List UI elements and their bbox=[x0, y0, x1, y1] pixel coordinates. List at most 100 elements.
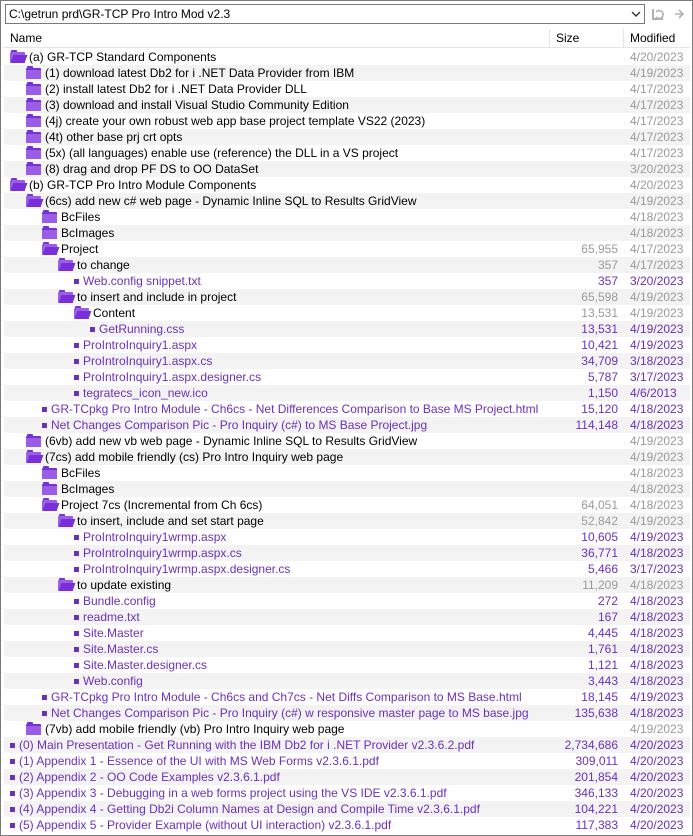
file-row[interactable]: ProIntroInquiry1.aspx.cs 34,709 3/18/2023 bbox=[4, 353, 690, 369]
row-name[interactable]: to update existing bbox=[58, 577, 171, 593]
folder-row[interactable]: to insert and include in project 65,598 4/… bbox=[4, 289, 690, 305]
column-header-modified[interactable]: Modified bbox=[624, 29, 690, 48]
row-name[interactable]: BcImages bbox=[42, 225, 114, 241]
file-row[interactable]: (5) Appendix 5 - Provider Example (witho… bbox=[4, 817, 690, 833]
file-row[interactable]: (2) Appendix 2 - OO Code Examples v2.3.6… bbox=[4, 769, 690, 785]
folder-row[interactable]: (4j) create your own robust web app base… bbox=[4, 113, 690, 129]
file-row[interactable]: (1) Appendix 1 - Essence of the UI with … bbox=[4, 753, 690, 769]
folder-row[interactable]: Project 7cs (Incremental from Ch 6cs) 64,… bbox=[4, 497, 690, 513]
column-header-size[interactable]: Size bbox=[550, 29, 624, 48]
refresh-icon[interactable] bbox=[647, 4, 669, 24]
row-name[interactable]: (4) Appendix 4 - Getting Db2i Column Nam… bbox=[10, 801, 480, 817]
file-row[interactable]: (3) Appendix 3 - Debugging in a web form… bbox=[4, 785, 690, 801]
row-name[interactable]: to insert, include and set start page bbox=[58, 513, 264, 529]
file-row[interactable]: Net Changes Comparison Pic - Pro Inquiry… bbox=[4, 705, 690, 721]
row-name[interactable]: Net Changes Comparison Pic - Pro Inquiry… bbox=[42, 705, 529, 721]
row-name[interactable]: (6cs) add new c# web page - Dynamic Inli… bbox=[26, 193, 417, 209]
row-name[interactable]: (4t) other base prj crt opts bbox=[26, 129, 182, 145]
folder-row[interactable]: BcImages 4/18/2023 bbox=[4, 225, 690, 241]
file-row[interactable]: ProIntroInquiry1wrmp.aspx.designer.cs 5,4… bbox=[4, 561, 690, 577]
row-name[interactable]: (4j) create your own robust web app base… bbox=[26, 113, 425, 129]
row-name[interactable]: ProIntroInquiry1.aspx bbox=[74, 337, 197, 353]
folder-row[interactable]: (8) drag and drop PF DS to OO DataSet 3/2… bbox=[4, 161, 690, 177]
row-name[interactable]: to change bbox=[58, 257, 130, 273]
folder-row[interactable]: (4t) other base prj crt opts 4/17/2023 bbox=[4, 129, 690, 145]
row-name[interactable]: Web.config snippet.txt bbox=[74, 273, 201, 289]
folder-row[interactable]: Content 13,531 4/19/2023 bbox=[4, 305, 690, 321]
row-name[interactable]: BcFiles bbox=[42, 465, 100, 481]
row-name[interactable]: (6vb) add new vb web page - Dynamic Inli… bbox=[26, 433, 417, 449]
path-combobox[interactable]: C:\getrun prd\GR-TCP Pro Intro Mod v2.3 bbox=[5, 4, 645, 24]
toolbar-arrow-icon[interactable] bbox=[670, 4, 688, 24]
folder-row[interactable]: BcFiles 4/18/2023 bbox=[4, 465, 690, 481]
row-name[interactable]: Content bbox=[74, 305, 135, 321]
row-name[interactable]: BcImages bbox=[42, 481, 114, 497]
row-name[interactable]: (3) Appendix 3 - Debugging in a web form… bbox=[10, 785, 447, 801]
file-row[interactable]: Site.Master.designer.cs 1,121 4/18/2023 bbox=[4, 657, 690, 673]
file-row[interactable]: tegratecs_icon_new.ico 1,150 4/6/2013 bbox=[4, 385, 690, 401]
file-row[interactable]: Site.Master.cs 1,761 4/18/2023 bbox=[4, 641, 690, 657]
row-name[interactable]: (1) download latest Db2 for i .NET Data … bbox=[26, 65, 354, 81]
file-row[interactable]: GetRunning.css 13,531 4/19/2023 bbox=[4, 321, 690, 337]
file-row[interactable]: GR-TCpkg Pro Intro Module - Ch6cs - Net … bbox=[4, 401, 690, 417]
file-row[interactable]: ProIntroInquiry1.aspx 10,421 4/19/2023 bbox=[4, 337, 690, 353]
row-name[interactable]: ProIntroInquiry1.aspx.cs bbox=[74, 353, 212, 369]
chevron-down-icon[interactable] bbox=[627, 5, 644, 23]
folder-row[interactable]: to insert, include and set start page 52,… bbox=[4, 513, 690, 529]
folder-row[interactable]: (6cs) add new c# web page - Dynamic Inli… bbox=[4, 193, 690, 209]
row-name[interactable]: Project bbox=[42, 241, 98, 257]
row-name[interactable]: (0) Main Presentation - Get Running with… bbox=[10, 737, 474, 753]
row-name[interactable]: ProIntroInquiry1.aspx.designer.cs bbox=[74, 369, 261, 385]
row-name[interactable]: GR-TCpkg Pro Intro Module - Ch6cs - Net … bbox=[42, 401, 538, 417]
row-name[interactable]: ProIntroInquiry1wrmp.aspx.designer.cs bbox=[74, 561, 290, 577]
file-list[interactable]: (a) GR-TCP Standard Components 4/20/2023(… bbox=[4, 49, 690, 835]
folder-row[interactable]: (b) GR-TCP Pro Intro Module Components 4/… bbox=[4, 177, 690, 193]
row-name[interactable]: Site.Master.designer.cs bbox=[74, 657, 207, 673]
path-text[interactable]: C:\getrun prd\GR-TCP Pro Intro Mod v2.3 bbox=[9, 7, 230, 21]
row-name[interactable]: ProIntroInquiry1wrmp.aspx.cs bbox=[74, 545, 242, 561]
folder-row[interactable]: BcFiles 4/18/2023 bbox=[4, 209, 690, 225]
file-row[interactable]: Web.config snippet.txt 357 3/20/2023 bbox=[4, 273, 690, 289]
file-row[interactable]: ProIntroInquiry1wrmp.aspx 10,605 4/19/2023 bbox=[4, 529, 690, 545]
row-name[interactable]: Site.Master.cs bbox=[74, 641, 158, 657]
folder-row[interactable]: (3) download and install Visual Studio C… bbox=[4, 97, 690, 113]
row-name[interactable]: (3) download and install Visual Studio C… bbox=[26, 97, 349, 113]
row-name[interactable]: Project 7cs (Incremental from Ch 6cs) bbox=[42, 497, 262, 513]
file-row[interactable]: readme.txt 167 4/18/2023 bbox=[4, 609, 690, 625]
row-name[interactable]: (7vb) add mobile friendly (vb) Pro Intro… bbox=[26, 721, 344, 737]
row-name[interactable]: GR-TCpkg Pro Intro Module - Ch6cs and Ch… bbox=[42, 689, 522, 705]
row-name[interactable]: tegratecs_icon_new.ico bbox=[74, 385, 208, 401]
row-name[interactable]: (5x) (all languages) enable use (referen… bbox=[26, 145, 398, 161]
file-row[interactable]: Bundle.config 272 4/18/2023 bbox=[4, 593, 690, 609]
folder-row[interactable]: (a) GR-TCP Standard Components 4/20/2023 bbox=[4, 49, 690, 65]
row-name[interactable]: (2) install latest Db2 for i .NET Data P… bbox=[26, 81, 307, 97]
row-name[interactable]: (2) Appendix 2 - OO Code Examples v2.3.6… bbox=[10, 769, 280, 785]
folder-row[interactable]: to change 357 4/17/2023 bbox=[4, 257, 690, 273]
row-name[interactable]: (a) GR-TCP Standard Components bbox=[10, 49, 216, 65]
row-name[interactable]: (b) GR-TCP Pro Intro Module Components bbox=[10, 177, 256, 193]
file-row[interactable]: (0) Main Presentation - Get Running with… bbox=[4, 737, 690, 753]
folder-row[interactable]: (1) download latest Db2 for i .NET Data … bbox=[4, 65, 690, 81]
folder-row[interactable]: Project 65,955 4/17/2023 bbox=[4, 241, 690, 257]
column-header-name[interactable]: Name bbox=[4, 29, 550, 48]
row-name[interactable]: Net Changes Comparison Pic - Pro Inquiry… bbox=[42, 417, 427, 433]
file-row[interactable]: ProIntroInquiry1wrmp.aspx.cs 36,771 4/18/2… bbox=[4, 545, 690, 561]
row-name[interactable]: BcFiles bbox=[42, 209, 100, 225]
row-name[interactable]: (1) Appendix 1 - Essence of the UI with … bbox=[10, 753, 379, 769]
row-name[interactable]: ProIntroInquiry1wrmp.aspx bbox=[74, 529, 226, 545]
row-name[interactable]: Bundle.config bbox=[74, 593, 156, 609]
row-name[interactable]: Site.Master bbox=[74, 625, 144, 641]
row-name[interactable]: readme.txt bbox=[74, 609, 140, 625]
file-row[interactable]: Web.config 3,443 4/18/2023 bbox=[4, 673, 690, 689]
row-name[interactable]: to insert and include in project bbox=[58, 289, 236, 305]
file-row[interactable]: GR-TCpkg Pro Intro Module - Ch6cs and Ch… bbox=[4, 689, 690, 705]
file-row[interactable]: Site.Master 4,445 4/18/2023 bbox=[4, 625, 690, 641]
row-name[interactable]: (7cs) add mobile friendly (cs) Pro Intro… bbox=[26, 449, 343, 465]
row-name[interactable]: Web.config bbox=[74, 673, 143, 689]
folder-row[interactable]: (5x) (all languages) enable use (referen… bbox=[4, 145, 690, 161]
row-name[interactable]: (5) Appendix 5 - Provider Example (witho… bbox=[10, 817, 391, 833]
folder-row[interactable]: (6vb) add new vb web page - Dynamic Inli… bbox=[4, 433, 690, 449]
file-row[interactable]: (4) Appendix 4 - Getting Db2i Column Nam… bbox=[4, 801, 690, 817]
folder-row[interactable]: to update existing 11,209 4/18/2023 bbox=[4, 577, 690, 593]
folder-row[interactable]: (7cs) add mobile friendly (cs) Pro Intro… bbox=[4, 449, 690, 465]
